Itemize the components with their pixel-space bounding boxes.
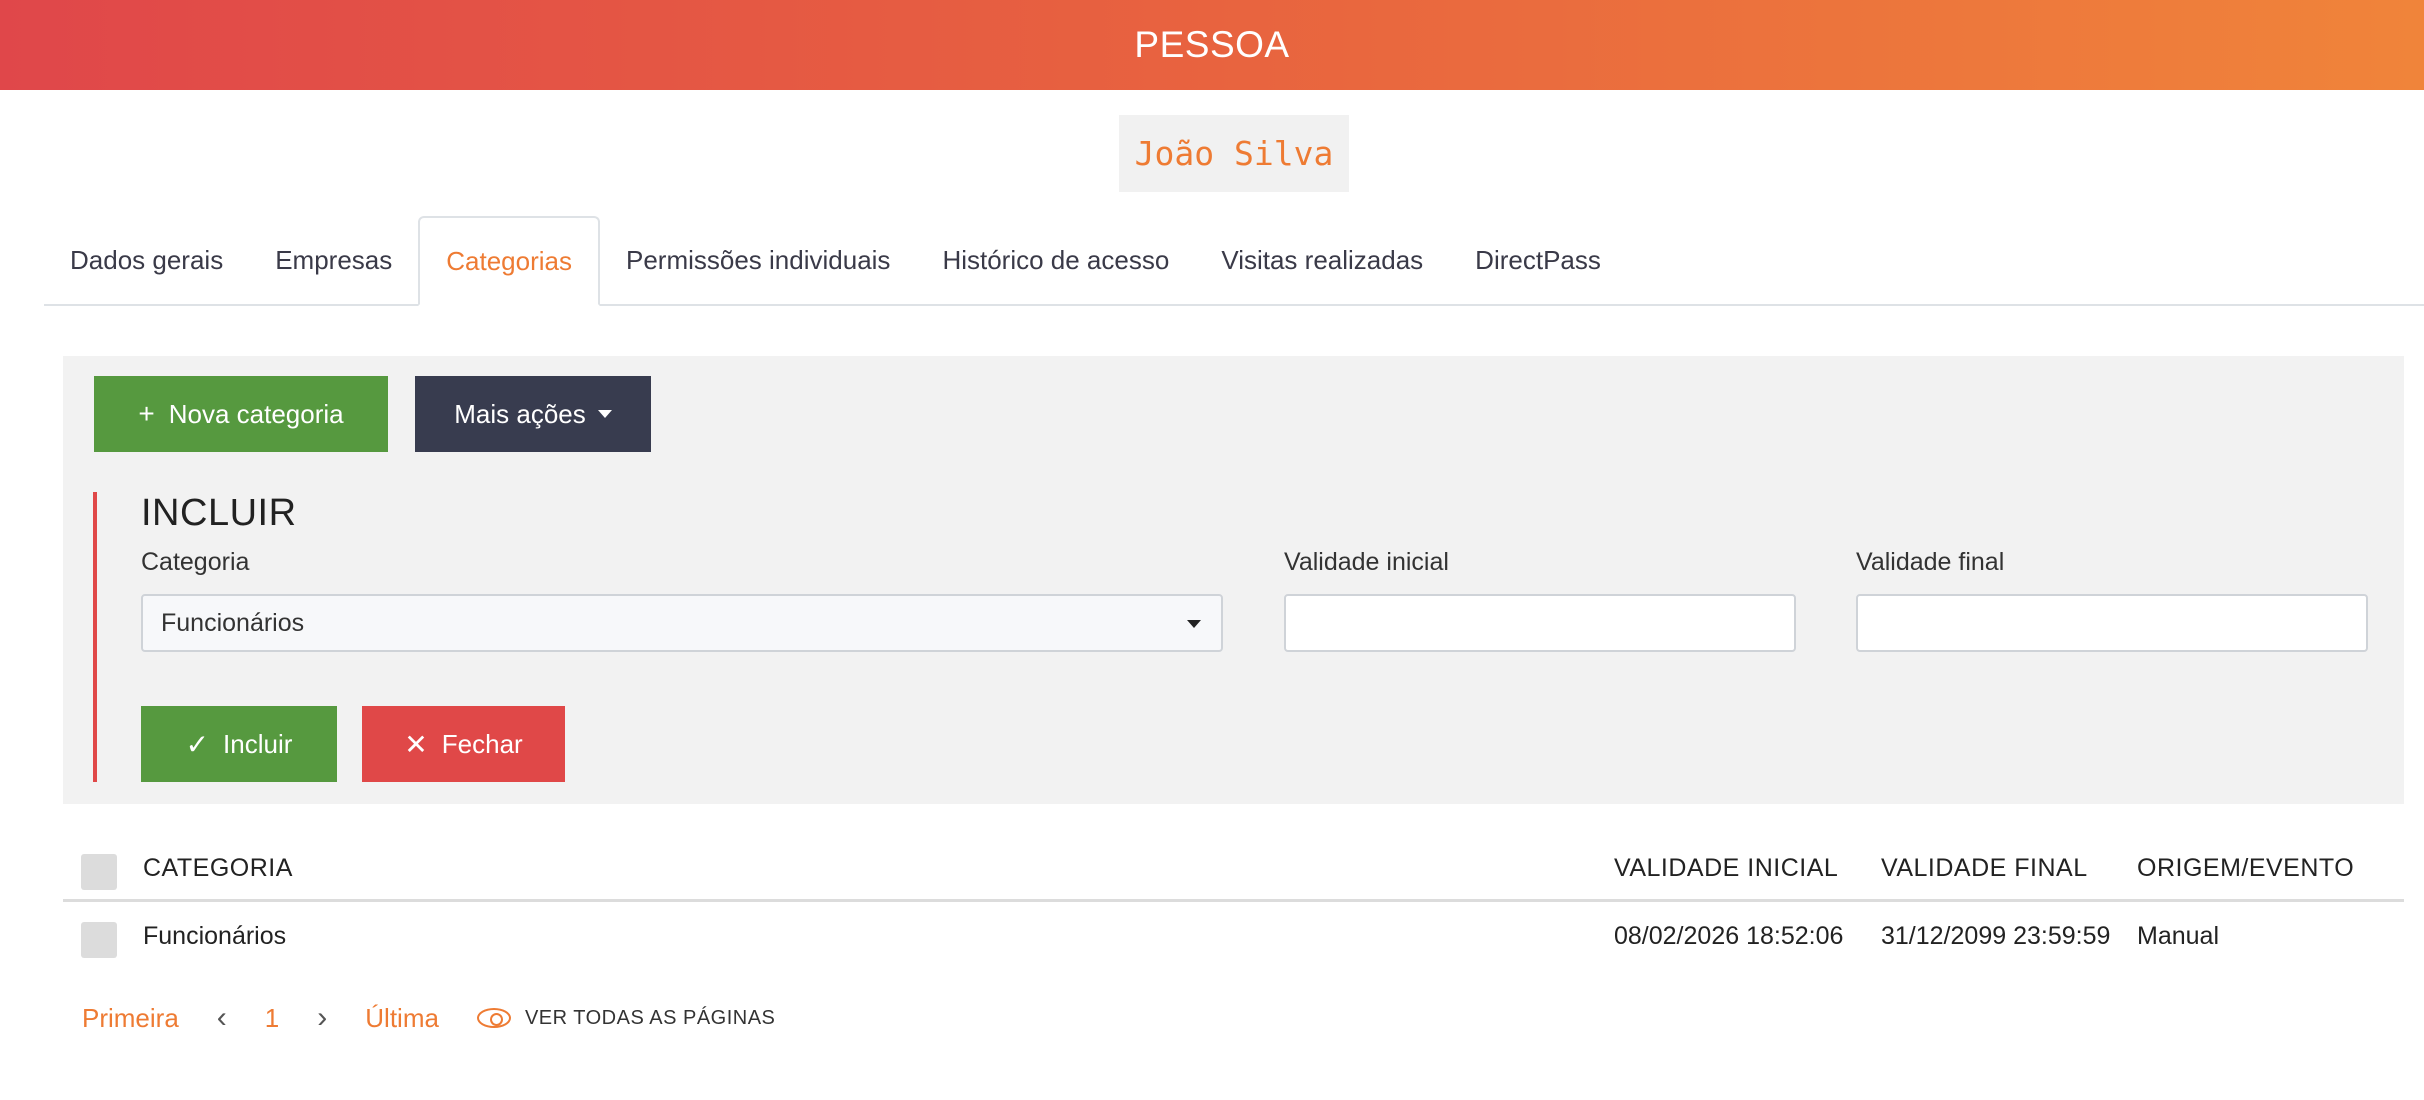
- row-end-validity: 31/12/2099 23:59:59: [1881, 921, 2111, 950]
- tab-bar: Dados gerais Empresas Categorias Permiss…: [44, 216, 2424, 306]
- eye-icon: [476, 1008, 511, 1028]
- person-name-badge: João Silva: [1119, 115, 1349, 192]
- tab-categorias[interactable]: Categorias: [418, 216, 600, 306]
- select-all-checkbox[interactable]: [81, 854, 117, 890]
- close-button-label: Fechar: [441, 728, 523, 759]
- check-icon: ✓: [185, 728, 210, 760]
- table-header: CATEGORIA VALIDADE INICIAL VALIDADE FINA…: [63, 834, 2404, 902]
- tab-historico-de-acesso[interactable]: Histórico de acesso: [916, 216, 1195, 304]
- more-actions-button[interactable]: Mais ações: [415, 376, 651, 452]
- table-row[interactable]: Funcionários 08/02/2026 18:52:06 31/12/2…: [63, 902, 2404, 970]
- include-form-title: INCLUIR: [141, 492, 297, 534]
- tab-dados-gerais[interactable]: Dados gerais: [44, 216, 249, 304]
- pagination: Primeira ‹ 1 › Última VER TODAS AS PÁGIN…: [82, 996, 775, 1040]
- categories-table: CATEGORIA VALIDADE INICIAL VALIDADE FINA…: [63, 834, 2404, 970]
- current-page[interactable]: 1: [265, 1003, 279, 1034]
- caret-down-icon: [1187, 620, 1201, 628]
- first-page-link[interactable]: Primeira: [82, 1003, 179, 1034]
- new-category-button[interactable]: + Nova categoria: [94, 376, 388, 452]
- page-header: PESSOA: [0, 0, 2424, 90]
- row-start-validity: 08/02/2026 18:52:06: [1614, 921, 1844, 950]
- see-all-pages-link[interactable]: VER TODAS AS PÁGINAS: [476, 1006, 776, 1030]
- include-button[interactable]: ✓ Incluir: [141, 706, 337, 782]
- category-select[interactable]: Funcionários: [141, 594, 1223, 652]
- category-select-value: Funcionários: [161, 608, 305, 637]
- end-validity-input[interactable]: [1856, 594, 2368, 652]
- page-title: PESSOA: [1134, 24, 1290, 65]
- see-all-pages-label: VER TODAS AS PÁGINAS: [524, 1006, 776, 1029]
- start-validity-label: Validade inicial: [1284, 548, 1449, 576]
- category-field-label: Categoria: [141, 548, 250, 576]
- include-form: INCLUIR Categoria Funcionários Validade …: [93, 492, 2393, 782]
- new-category-label: Nova categoria: [168, 398, 344, 429]
- header-end-validity: VALIDADE FINAL: [1881, 853, 2088, 882]
- last-page-link[interactable]: Última: [365, 1003, 439, 1034]
- close-icon: ✕: [404, 728, 428, 760]
- tab-directpass[interactable]: DirectPass: [1449, 216, 1627, 304]
- tab-visitas-realizadas[interactable]: Visitas realizadas: [1195, 216, 1449, 304]
- more-actions-label: Mais ações: [454, 398, 586, 429]
- row-category: Funcionários: [143, 921, 287, 950]
- close-button[interactable]: ✕ Fechar: [362, 706, 565, 782]
- chevron-right-icon[interactable]: ›: [317, 1001, 327, 1035]
- header-category: CATEGORIA: [143, 853, 293, 882]
- start-validity-input[interactable]: [1284, 594, 1796, 652]
- tab-empresas[interactable]: Empresas: [249, 216, 418, 304]
- tab-permissoes-individuais[interactable]: Permissões individuais: [600, 216, 916, 304]
- include-button-label: Incluir: [223, 728, 293, 759]
- header-origin-event: ORIGEM/EVENTO: [2137, 853, 2355, 882]
- chevron-left-icon[interactable]: ‹: [217, 1001, 227, 1035]
- row-origin-event: Manual: [2137, 921, 2219, 950]
- row-checkbox[interactable]: [81, 922, 117, 958]
- caret-down-icon: [597, 410, 612, 418]
- plus-icon: +: [138, 398, 155, 429]
- header-start-validity: VALIDADE INICIAL: [1614, 853, 1839, 882]
- category-panel: + Nova categoria Mais ações INCLUIR Cate…: [63, 356, 2404, 804]
- end-validity-label: Validade final: [1856, 548, 2005, 576]
